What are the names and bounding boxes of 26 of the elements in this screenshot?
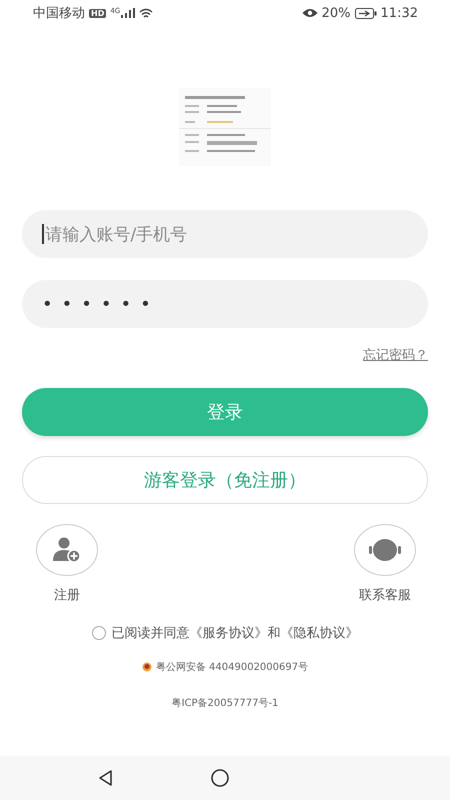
battery-level: 20% — [322, 6, 351, 20]
icp-record-text: 粤ICP备20057777号-1 — [172, 697, 278, 710]
signal-icon — [121, 8, 136, 18]
agreement-checkbox[interactable] — [92, 626, 106, 640]
hd-badge: HD — [89, 8, 106, 18]
add-user-icon — [53, 537, 81, 563]
register-button[interactable] — [36, 524, 98, 576]
password-field[interactable]: •••••• — [22, 280, 428, 328]
clock-time: 11:32 — [380, 6, 418, 20]
account-field[interactable]: 请输入账号/手机号 — [22, 210, 428, 258]
badge-icon — [142, 662, 152, 672]
battery-icon — [354, 8, 377, 18]
placeholder-text: 请输入账号/手机号 — [46, 224, 188, 246]
headset-icon — [368, 538, 402, 562]
eye-icon — [302, 8, 318, 18]
shortcut-label: 注册 — [54, 587, 80, 604]
wifi-icon — [139, 8, 154, 18]
police-record-text: 粤公网安备 44049002000697号 — [156, 660, 308, 674]
support-button[interactable] — [354, 524, 416, 576]
forgot-password-link[interactable]: 忘记密码？ — [363, 346, 428, 364]
agreement-text: 已阅读并同意《服务协议》和《隐私协议》 — [112, 625, 358, 642]
login-button[interactable]: 登录 — [22, 388, 428, 436]
shortcut-label: 联系客服 — [359, 587, 411, 604]
guest-login-button[interactable]: 游客登录（免注册） — [22, 456, 428, 504]
home-icon[interactable] — [210, 768, 230, 788]
carrier-name: 中国移动 — [33, 5, 85, 22]
